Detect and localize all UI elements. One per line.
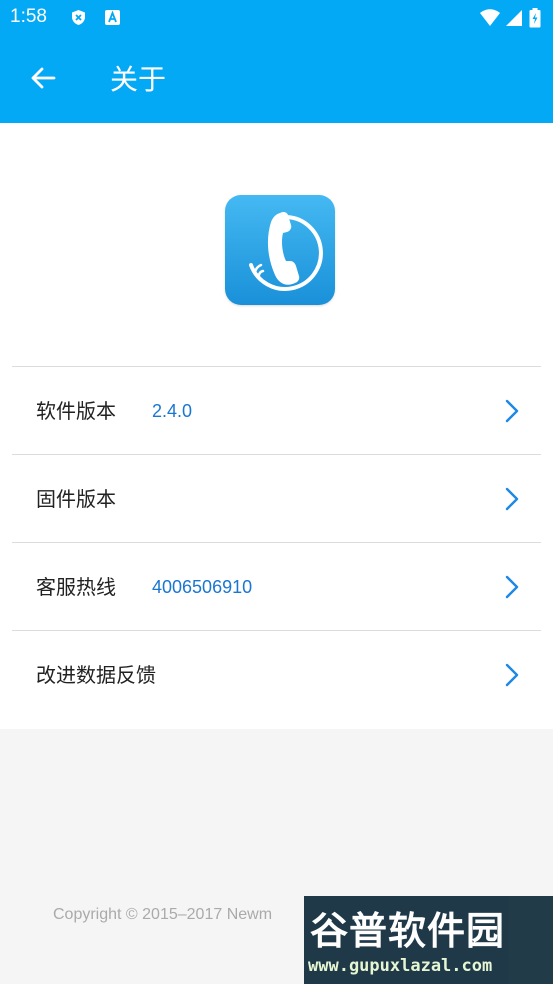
chevron-right-icon: [503, 397, 521, 425]
list-item-service-hotline[interactable]: 客服热线 4006506910: [12, 542, 541, 630]
row-label: 软件版本: [36, 399, 116, 423]
app-logo: [225, 195, 335, 305]
arrow-left-icon: [30, 66, 56, 94]
row-label: 客服热线: [36, 575, 116, 599]
about-list: 软件版本 2.4.0 固件版本 客服热线 4006506910 改进数据反馈: [12, 366, 541, 718]
about-content: 软件版本 2.4.0 固件版本 客服热线 4006506910 改进数据反馈: [0, 123, 553, 729]
battery-icon: [529, 8, 541, 32]
row-value: 2.4.0: [152, 401, 193, 421]
phone-icon: [225, 211, 335, 309]
row-label: 改进数据反馈: [36, 663, 156, 687]
chevron-right-icon: [503, 485, 521, 513]
row-value: 4006506910: [152, 577, 253, 597]
watermark-url: www.gupuxlazal.com: [308, 956, 493, 976]
list-item-data-feedback[interactable]: 改进数据反馈: [12, 630, 541, 718]
cell-signal-icon: [506, 9, 523, 31]
back-button[interactable]: [22, 59, 64, 101]
status-time: 1:58: [10, 6, 47, 27]
status-bar: 1:58: [0, 0, 553, 37]
copyright-text: Copyright © 2015–2017 Newm: [53, 906, 273, 923]
chevron-right-icon: [503, 573, 521, 601]
font-icon: [104, 9, 121, 26]
shield-icon: [70, 9, 87, 26]
list-item-software-version[interactable]: 软件版本 2.4.0: [12, 366, 541, 454]
watermark-brand: 谷普软件园: [310, 909, 506, 953]
app-bar: 关于: [0, 37, 553, 123]
chevron-right-icon: [503, 661, 521, 689]
row-label: 固件版本: [36, 487, 116, 511]
page-title: 关于: [110, 63, 167, 96]
watermark-logo: 谷普软件园 www.gupuxlazal.com: [304, 896, 553, 984]
list-item-firmware-version[interactable]: 固件版本: [12, 454, 541, 542]
wifi-icon: [480, 9, 500, 31]
